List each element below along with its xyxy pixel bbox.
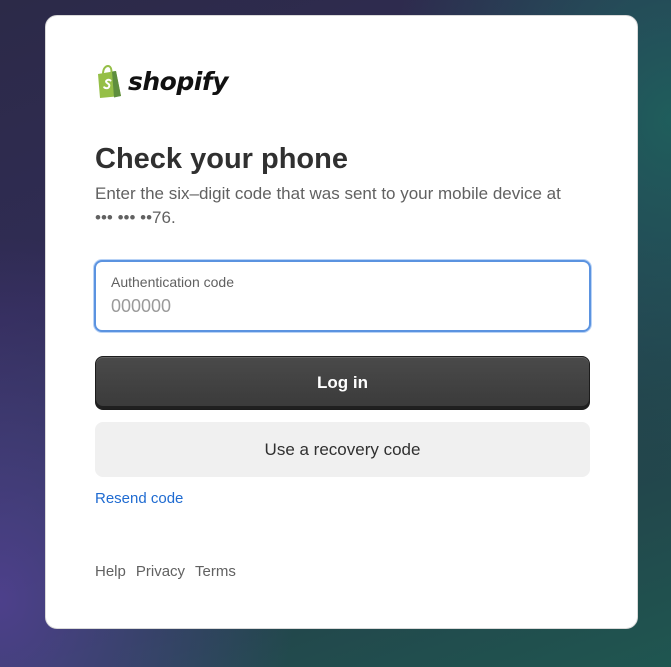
terms-link[interactable]: Terms (195, 563, 236, 580)
resend-code-link[interactable]: Resend code (95, 490, 183, 507)
login-card: shopify Check your phone Enter the six–d… (45, 15, 638, 629)
login-button[interactable]: Log in (95, 356, 590, 410)
instructions-text: Enter the six–digit code that was sent t… (95, 184, 561, 227)
page-title: Check your phone (95, 143, 348, 175)
authentication-code-field[interactable]: Authentication code (94, 260, 591, 332)
shopify-bag-icon (95, 65, 123, 99)
recovery-code-button[interactable]: Use a recovery code (95, 422, 590, 477)
shopify-logo: shopify (95, 65, 229, 99)
footer-links: Help Privacy Terms (95, 563, 236, 580)
authentication-code-label: Authentication code (111, 274, 234, 290)
help-link[interactable]: Help (95, 563, 126, 580)
shopify-wordmark: shopify (128, 66, 229, 96)
authentication-code-input[interactable] (109, 296, 573, 317)
privacy-link[interactable]: Privacy (136, 563, 185, 580)
